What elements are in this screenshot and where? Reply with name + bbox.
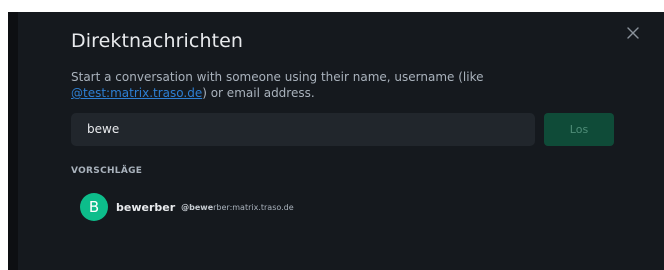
dialog-title: Direktnachrichten	[71, 30, 244, 52]
suggestion-user-id: @bewerber:matrix.traso.de	[181, 203, 294, 212]
suggestions-heading: VORSCHLÄGE	[71, 166, 143, 176]
close-icon[interactable]	[626, 26, 642, 42]
suggestion-display-name: bewerber	[116, 200, 176, 214]
user-id-match: @bewe	[181, 202, 214, 212]
dialog-description: Start a conversation with someone using …	[71, 69, 611, 101]
direct-messages-dialog: Direktnachrichten Start a conversation w…	[8, 12, 664, 270]
description-text: Start a conversation with someone using …	[71, 70, 484, 84]
avatar: B	[80, 193, 108, 221]
user-id-rest: rber:matrix.traso.de	[213, 202, 294, 212]
search-input[interactable]: bewe	[71, 113, 535, 146]
go-button[interactable]: Los	[544, 113, 614, 146]
description-text-end: ) or email address.	[202, 86, 315, 100]
example-username-link[interactable]: @test:matrix.traso.de	[71, 86, 202, 100]
screen: Direktnachrichten Start a conversation w…	[0, 0, 664, 270]
suggestion-item[interactable]: B bewerber @bewerber:matrix.traso.de	[80, 193, 294, 221]
